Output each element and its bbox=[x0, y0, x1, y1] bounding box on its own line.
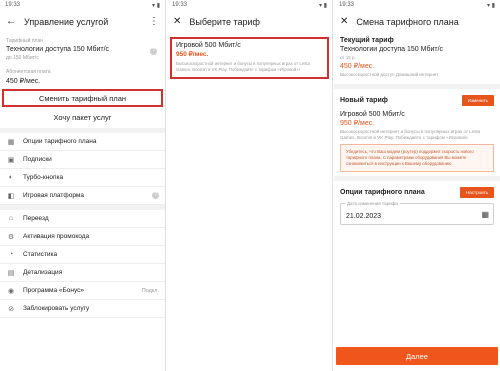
lock-icon: ⊘ bbox=[8, 305, 14, 313]
calendar-icon[interactable]: ▦ bbox=[481, 210, 489, 219]
app-bar: ✕ Смена тарифного плана bbox=[334, 11, 500, 33]
grid-icon: ▦ bbox=[7, 138, 15, 146]
tariff-value: Технологии доступа 150 Мбит/с bbox=[6, 46, 110, 53]
menu-item-move[interactable]: ⌂ Переезд bbox=[0, 210, 165, 228]
menu-item-label: Активация промокода bbox=[23, 233, 90, 240]
turbo-icon: ◐ bbox=[8, 174, 14, 181]
menu-item-label: Переезд bbox=[23, 215, 49, 222]
new-tariff-price: 950 ₽/мес. bbox=[340, 119, 375, 127]
menu-item-label: Программа «Бонус» bbox=[23, 287, 84, 294]
menu-item-block[interactable]: ⊘ Заблокировать услугу bbox=[0, 300, 165, 318]
current-tariff-price: 450 ₽/мес. bbox=[340, 62, 375, 70]
bonus-icon: ◉ bbox=[7, 287, 15, 295]
current-tariff-value: Технологии доступа 150 Мбит/с bbox=[340, 46, 444, 53]
new-tariff-value: Игровой 500 Мбит/с bbox=[340, 110, 405, 118]
status-bar: 19:33 ▾ ▮ bbox=[0, 0, 165, 11]
change-tariff-button[interactable]: Сменить тарифный план bbox=[2, 89, 163, 107]
gamepad-icon: ◧ bbox=[7, 192, 15, 200]
date-value: 21.02.2023 bbox=[346, 212, 382, 220]
options-section: Опции тарифного плана Настроить bbox=[334, 186, 500, 198]
bonus-status: Подкл. bbox=[141, 287, 159, 294]
info-icon[interactable]: ? bbox=[150, 48, 157, 55]
fee-label: Абонентская плата bbox=[6, 69, 51, 75]
divider bbox=[334, 175, 500, 181]
close-icon[interactable]: ✕ bbox=[340, 17, 348, 27]
page-title: Выберите тариф bbox=[189, 17, 260, 27]
warning-box: Убедитесь, что Ваш модем (роутер) поддер… bbox=[340, 144, 494, 172]
date-field[interactable]: Дата изменения тарифа 21.02.2023 ▦ bbox=[340, 200, 494, 225]
tariff-name: Игровой 500 Мбит/с bbox=[176, 42, 241, 49]
menu-item-statistics[interactable]: ◔ Статистика bbox=[0, 246, 165, 264]
tariff-card[interactable]: Игровой 500 Мбит/с 950 ₽/мес. Высокоскор… bbox=[170, 37, 329, 80]
page-title: Управление услугой bbox=[24, 17, 109, 27]
new-tariff-title: Новый тариф bbox=[340, 96, 388, 104]
tariff-price: 950 ₽/мес. bbox=[176, 51, 209, 58]
new-tariff-section: Новый тариф Изменить Игровой 500 Мбит/с … bbox=[334, 94, 500, 141]
status-icons: ▾ ▮ bbox=[487, 3, 495, 9]
tariff-speed: до 150 Мбит/с bbox=[6, 55, 39, 61]
menu-item-label: Детализация bbox=[23, 269, 63, 276]
tariff-section: Тарифный план Технологии доступа 150 Мби… bbox=[0, 38, 165, 85]
menu-item-label: Подписки bbox=[23, 156, 52, 163]
detail-icon: ▤ bbox=[7, 269, 15, 277]
menu-item-label: Статистика bbox=[23, 251, 58, 258]
move-icon: ⌂ bbox=[8, 215, 14, 222]
next-button[interactable]: Далее bbox=[336, 347, 498, 365]
menu-item-tariff-options[interactable]: ▦ Опции тарифного плана bbox=[0, 133, 165, 151]
current-tariff-section: Текущий тариф Технологии доступа 150 Мби… bbox=[334, 37, 500, 78]
change-tariff-screen: 19:33 ▾ ▮ ✕ Смена тарифного плана Текущи… bbox=[334, 0, 500, 371]
service-management-screen: 19:33 ▾ ▮ ← Управление услугой ⋮ Тарифны… bbox=[0, 0, 166, 371]
menu-item-subscriptions[interactable]: ▣ Подписки bbox=[0, 151, 165, 169]
change-button[interactable]: Изменить bbox=[461, 94, 494, 106]
app-bar: ← Управление услугой ⋮ bbox=[0, 11, 165, 33]
app-bar: ✕ Выберите тариф bbox=[167, 11, 332, 33]
info-icon[interactable]: ? bbox=[152, 192, 159, 199]
status-icons: ▾ ▮ bbox=[152, 3, 160, 9]
want-package-link[interactable]: Хочу пакет услуг bbox=[0, 113, 165, 122]
fee-value: 450 ₽/мес. bbox=[6, 78, 41, 85]
options-title: Опции тарифного плана bbox=[340, 188, 425, 196]
arrow-left-icon[interactable]: ← bbox=[6, 17, 16, 27]
menu-item-label: Турбо-кнопка bbox=[23, 174, 64, 181]
tariff-description: Высокоскоростной интернет и бонусы в поп… bbox=[176, 61, 310, 72]
menu-item-gaming[interactable]: ◧ Игровая платформа ? bbox=[0, 187, 165, 205]
status-bar: 19:33 ▾ ▮ bbox=[167, 0, 332, 11]
status-time: 19:33 bbox=[5, 2, 21, 8]
menu-item-label: Опции тарифного плана bbox=[23, 138, 97, 145]
status-time: 19:33 bbox=[339, 2, 355, 8]
close-icon[interactable]: ✕ bbox=[173, 17, 181, 27]
menu-item-turbo[interactable]: ◐ Турбо-кнопка bbox=[0, 169, 165, 187]
more-vert-icon[interactable]: ⋮ bbox=[149, 17, 159, 27]
date-label: Дата изменения тарифа bbox=[345, 200, 400, 206]
new-tariff-desc: Высокоскоростной интернет и бонусы в поп… bbox=[340, 128, 481, 140]
choose-tariff-screen: 19:33 ▾ ▮ ✕ Выберите тариф Игровой 500 М… bbox=[167, 0, 333, 371]
menu-item-bonus[interactable]: ◉ Программа «Бонус» Подкл. bbox=[0, 282, 165, 300]
tariff-label: Тарифный план bbox=[6, 38, 44, 44]
page-title: Смена тарифного плана bbox=[356, 17, 459, 27]
promo-icon: ⚙ bbox=[7, 233, 15, 241]
stats-icon: ◔ bbox=[8, 251, 14, 258]
menu-item-label: Игровая платформа bbox=[23, 192, 85, 199]
current-tariff-title: Текущий тариф bbox=[340, 37, 394, 44]
subscription-icon: ▣ bbox=[7, 156, 15, 164]
setup-button[interactable]: Настроить bbox=[460, 186, 494, 198]
current-tariff-small: от 15 р. bbox=[340, 55, 356, 60]
divider bbox=[334, 83, 500, 89]
menu-item-promo[interactable]: ⚙ Активация промокода bbox=[0, 228, 165, 246]
status-icons: ▾ ▮ bbox=[319, 3, 327, 9]
menu-item-label: Заблокировать услугу bbox=[23, 305, 90, 312]
status-time: 19:33 bbox=[172, 2, 188, 8]
menu-item-details[interactable]: ▤ Детализация bbox=[0, 264, 165, 282]
status-bar: 19:33 ▾ ▮ bbox=[334, 0, 500, 11]
menu-list: ▦ Опции тарифного плана ▣ Подписки ◐ Тур… bbox=[0, 133, 165, 318]
